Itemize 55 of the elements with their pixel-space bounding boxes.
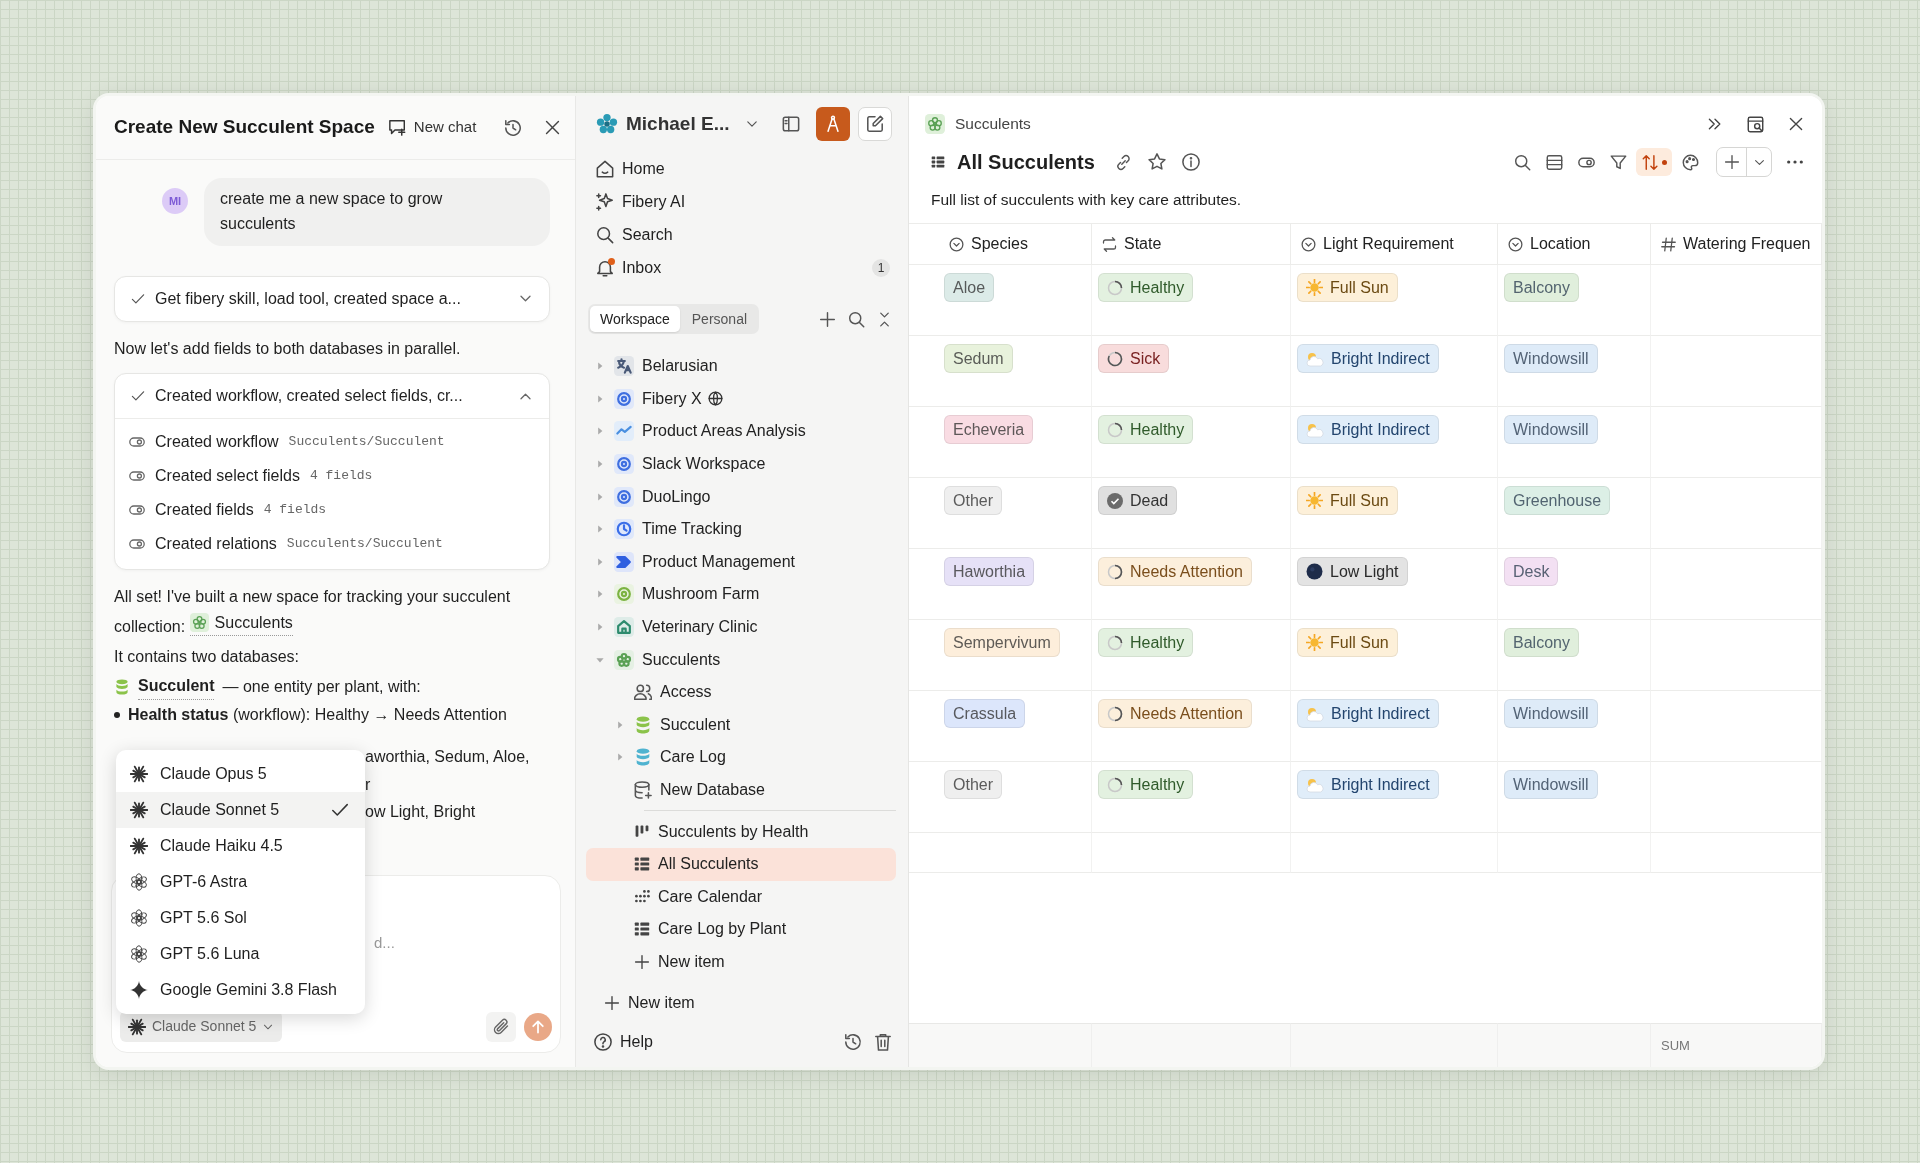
state-tag: Sick: [1098, 344, 1170, 374]
user-avatar: MI: [162, 188, 188, 214]
species-tag: Crassula: [944, 699, 1026, 729]
state-tag: Dead: [1098, 486, 1178, 516]
light-tag: Bright Indirect: [1297, 699, 1439, 729]
state-tag: Healthy: [1098, 273, 1194, 303]
chat-title: Create New Succulent Space: [114, 115, 375, 140]
step-item: Created relations: [155, 534, 277, 555]
view-title: All Succulents: [957, 150, 1095, 175]
step-detail: Succulents/Succulent: [288, 433, 445, 452]
light-tag: Full Sun: [1297, 486, 1398, 516]
species-tag: Sedum: [944, 344, 1013, 374]
step-detail: 4 fields: [263, 501, 327, 520]
light-tag: Full Sun: [1297, 273, 1398, 303]
location-tag: Windowsill: [1504, 344, 1598, 374]
chat-message-text: All set! I've built a new space for tracking your succulent collection: Succulents: [114, 587, 512, 639]
light-tag: Bright Indirect: [1297, 770, 1439, 800]
location-tag: Windowsill: [1504, 770, 1598, 800]
state-tag: Needs Attention: [1098, 557, 1252, 587]
light-tag: Bright Indirect: [1297, 344, 1439, 374]
chat-message-text: — one entity per plant, with:: [222, 676, 421, 697]
step-detail: Succulents/Succulent: [286, 535, 443, 554]
location-tag: Windowsill: [1504, 699, 1598, 729]
location-tag: Desk: [1504, 557, 1559, 587]
view-description: Full list of succulents with key care attributes.: [930, 190, 1243, 210]
species-tag: Sempervivum: [944, 628, 1060, 658]
light-tag: Low Light: [1297, 557, 1408, 587]
location-tag: Greenhouse: [1504, 486, 1611, 516]
user-message: create me a new space to grow succulents: [204, 178, 550, 246]
species-tag: Aloe: [944, 273, 995, 303]
state-tag: Healthy: [1098, 628, 1194, 658]
chat-message-text: Now let's add fields to both databases in parallel.: [114, 338, 462, 359]
light-tag: Full Sun: [1297, 628, 1398, 658]
location-tag: Balcony: [1504, 273, 1579, 303]
chat-message-text: r: [365, 774, 371, 795]
state-tag: Healthy: [1098, 770, 1194, 800]
state-tag: Healthy: [1098, 415, 1194, 445]
chat-message-text: It contains two databases:: [114, 646, 300, 667]
species-tag: Other: [944, 770, 1002, 800]
step-item: Created select fields: [155, 466, 300, 487]
state-tag: Needs Attention: [1098, 699, 1252, 729]
location-tag: Balcony: [1504, 628, 1579, 658]
sum-label: SUM: [1660, 1036, 1690, 1055]
chat-message-text: aworthia, Sedum, Aloe,: [365, 747, 530, 768]
chat-message-text: ow Light, Bright: [365, 802, 476, 823]
light-tag: Bright Indirect: [1297, 415, 1439, 445]
species-tag: Other: [944, 486, 1002, 516]
step-item: Created workflow: [155, 432, 279, 453]
chat-message-text: Health status (workflow): Healthy → Needs Attention: [128, 704, 507, 725]
count-badge: 1: [872, 258, 890, 277]
species-tag: Haworthia: [944, 557, 1035, 587]
species-tag: Echeveria: [944, 415, 1034, 445]
location-tag: Windowsill: [1504, 415, 1598, 445]
step-detail: 4 fields: [309, 467, 373, 486]
step-item: Created fields: [155, 500, 254, 521]
